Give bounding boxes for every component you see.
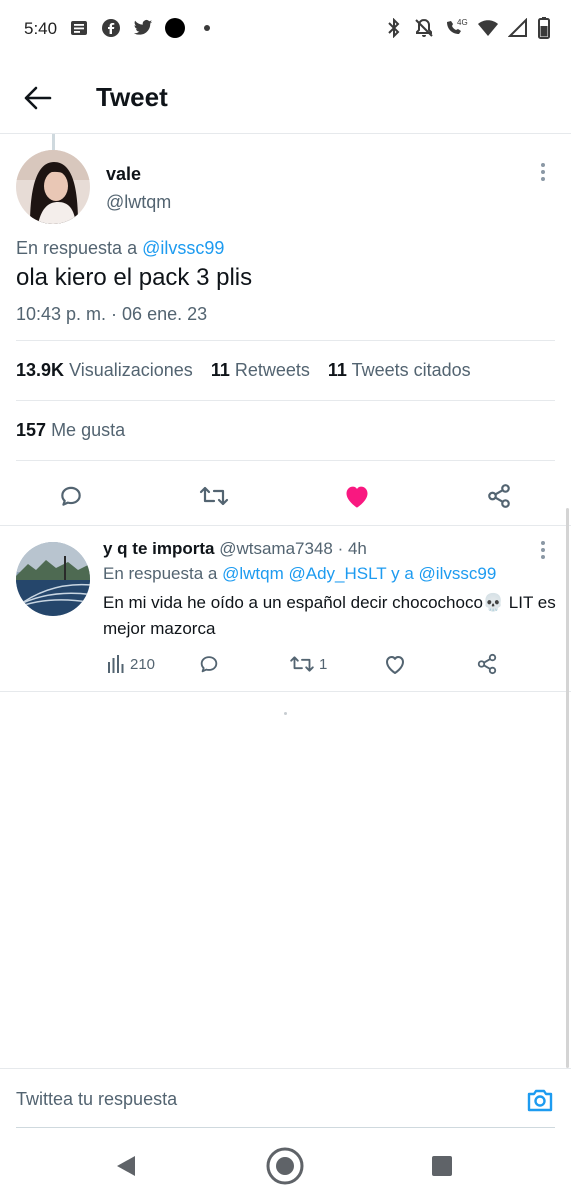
more-options-button[interactable] <box>533 160 553 184</box>
nav-back-button[interactable] <box>106 1146 146 1186</box>
reply-text: En mi vida he oído a un español decir ch… <box>103 593 556 638</box>
author-handle: @lwtqm <box>106 192 172 212</box>
divider <box>0 691 571 692</box>
mention-connector: y a <box>391 564 414 583</box>
reply-button[interactable] <box>197 650 221 678</box>
share-icon <box>488 484 510 508</box>
mention-link[interactable]: @Ady_HSLT <box>288 564 386 583</box>
wifi-call-icon: 4G <box>443 17 469 39</box>
likes-count: 157 <box>16 420 47 440</box>
retweet-button[interactable] <box>194 478 234 514</box>
tweet-text: ola kiero el pack 3 plis <box>16 264 253 291</box>
retweet-icon <box>290 656 314 672</box>
divider <box>16 400 555 401</box>
status-time: 5:40 <box>24 19 58 38</box>
signal-icon <box>507 17 529 39</box>
share-icon <box>477 653 497 675</box>
reply-action-bar: 210 1 <box>0 650 571 680</box>
thread-line <box>52 134 55 150</box>
back-button[interactable] <box>22 82 54 114</box>
tweet-timestamp[interactable]: 10:43 p. m. · 06 ene. 23 <box>16 304 207 325</box>
reply-prefix: En respuesta a <box>103 564 218 583</box>
likes-stat[interactable]: 157 Me gusta <box>16 420 125 441</box>
retweets-stat[interactable]: 11 Retweets <box>211 360 310 381</box>
camera-button[interactable] <box>525 1085 555 1115</box>
tweet-action-bar <box>0 474 571 524</box>
dot-icon <box>196 17 218 39</box>
share-button[interactable] <box>479 478 519 514</box>
reply-button[interactable] <box>51 478 91 514</box>
loading-indicator <box>284 712 287 715</box>
compose-bar <box>0 1068 571 1130</box>
retweets-count: 11 <box>210 360 230 380</box>
reply-header: y q te importa @wtsama7348 · 4h <box>103 539 367 559</box>
status-right-icons: 4G <box>383 17 551 39</box>
square-recents-icon <box>432 1156 452 1176</box>
more-vertical-icon <box>541 541 545 559</box>
nav-home-button[interactable] <box>265 1146 305 1186</box>
system-nav-bar <box>0 1130 571 1200</box>
black-circle-icon <box>164 17 186 39</box>
more-vertical-icon <box>541 163 545 181</box>
reply-author-handle: @wtsama7348 <box>219 539 333 558</box>
reply-author-name[interactable]: y q te importa <box>103 539 214 558</box>
page-title: Tweet <box>96 82 168 112</box>
divider <box>16 340 555 341</box>
app-header: Tweet <box>0 60 571 134</box>
heart-filled-icon <box>346 486 368 508</box>
scrollbar[interactable] <box>566 508 569 1068</box>
views-button[interactable]: 210 <box>106 650 155 678</box>
reply-icon <box>200 656 218 673</box>
like-button[interactable] <box>337 478 377 514</box>
likes-label: Me gusta <box>51 420 126 440</box>
reply-icon <box>61 486 81 506</box>
avatar[interactable] <box>16 542 90 616</box>
quotes-stat[interactable]: 11 Tweets citados <box>328 360 471 381</box>
analytics-icon <box>108 655 124 673</box>
reply-prefix: En respuesta a <box>16 238 138 258</box>
status-bar: 5:40 4G <box>0 0 571 60</box>
share-button[interactable] <box>476 650 498 678</box>
compose-underline <box>16 1127 555 1128</box>
retweet-count: 1 <box>319 655 328 673</box>
mute-icon <box>413 17 435 39</box>
triangle-back-icon <box>117 1156 135 1176</box>
reply-input[interactable] <box>16 1089 496 1110</box>
author-name[interactable]: vale <box>106 164 141 185</box>
twitter-icon <box>132 17 154 39</box>
reply-tweet[interactable]: y q te importa @wtsama7348 · 4h En respu… <box>0 526 571 692</box>
mention-link[interactable]: @lwtqm <box>222 564 284 583</box>
notes-icon <box>68 17 90 39</box>
mention-link[interactable]: @ilvssc99 <box>142 238 224 258</box>
home-circle-icon <box>266 1147 304 1185</box>
reply-to-line: En respuesta a @ilvssc99 <box>16 238 224 259</box>
quotes-count: 11 <box>327 360 347 380</box>
divider <box>16 460 555 461</box>
more-options-button[interactable] <box>533 538 553 562</box>
tweet-stats: 13.9K Visualizaciones 11 Retweets 11 Twe… <box>16 360 471 381</box>
camera-icon <box>527 1089 553 1112</box>
retweet-button[interactable]: 1 <box>289 650 327 678</box>
heart-icon <box>386 656 404 674</box>
views-count: 13.9K <box>16 360 65 380</box>
retweet-icon <box>199 486 229 506</box>
svg-text:4G: 4G <box>457 18 468 27</box>
facebook-icon <box>100 17 122 39</box>
nav-recents-button[interactable] <box>422 1146 462 1186</box>
views-label: Visualizaciones <box>69 360 193 380</box>
status-left-icons <box>68 17 218 39</box>
like-button[interactable] <box>383 650 407 678</box>
retweets-label: Retweets <box>234 360 310 380</box>
mention-link[interactable]: @ilvssc99 <box>419 564 497 583</box>
arrow-left-icon <box>24 86 52 110</box>
bluetooth-icon <box>383 17 405 39</box>
views-stat[interactable]: 13.9K Visualizaciones <box>16 360 193 381</box>
wifi-icon <box>477 17 499 39</box>
views-count: 210 <box>130 655 156 673</box>
battery-icon <box>537 17 551 39</box>
reply-to-line: En respuesta a @lwtqm @Ady_HSLT y a @ilv… <box>103 564 496 584</box>
avatar[interactable] <box>16 150 90 224</box>
quotes-label: Tweets citados <box>351 360 471 380</box>
reply-time-ago: · 4h <box>337 539 367 558</box>
